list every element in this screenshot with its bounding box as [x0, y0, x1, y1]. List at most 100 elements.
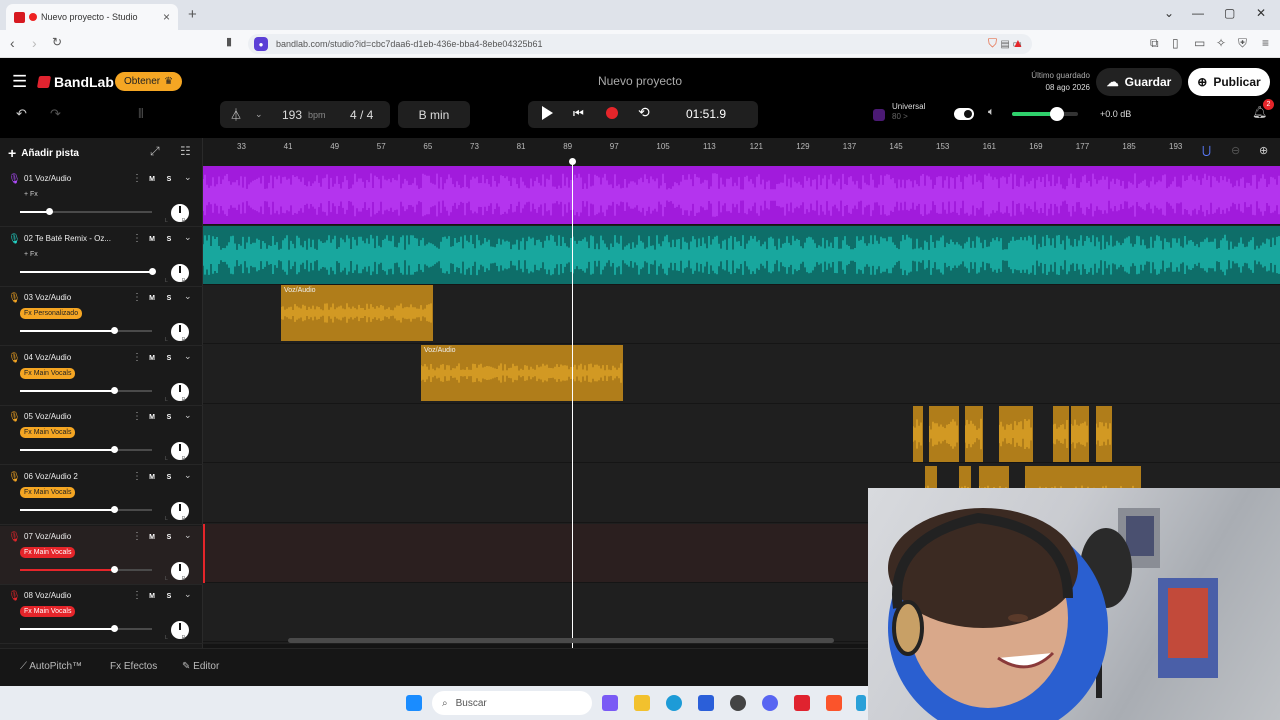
track-header[interactable]: 🎙︎ 05 Voz/Audio ⋮ M S ⌄ Fx Main Vocals LR	[0, 406, 203, 466]
track-options-icon[interactable]: ⋮	[132, 233, 142, 244]
mute-button[interactable]: M	[145, 471, 159, 484]
track-fx-badge[interactable]: Fx Main Vocals	[20, 606, 76, 618]
chevron-down-icon[interactable]: ⌄	[184, 351, 192, 362]
audio-clip-vocal[interactable]: Voz/Audio	[281, 285, 433, 342]
track-options-icon[interactable]: ⋮	[132, 173, 142, 184]
minimize-icon[interactable]: —	[1192, 6, 1204, 20]
mute-button[interactable]: M	[145, 292, 159, 305]
master-volume-slider[interactable]	[1012, 107, 1078, 121]
track-options-icon[interactable]: ⋮	[132, 411, 142, 422]
chrome-icon[interactable]	[730, 695, 746, 711]
vpn-icon[interactable]: ⛨	[1238, 36, 1247, 51]
loop-icon[interactable]: ⟲	[638, 104, 650, 121]
close-tab-icon[interactable]: ×	[163, 10, 170, 24]
track-volume-slider[interactable]	[20, 327, 152, 335]
bandlab-app-icon[interactable]	[794, 695, 810, 711]
track-header[interactable]: 🎙︎ 01 Voz/Audio ⋮ M S ⌄ + Fx LR	[0, 168, 203, 227]
track-volume-slider[interactable]	[20, 386, 152, 394]
editor-button[interactable]: ✎ Editor	[182, 661, 219, 672]
mute-button[interactable]: M	[145, 531, 159, 544]
sidebar-icon[interactable]: ▯	[1172, 36, 1179, 50]
solo-button[interactable]: S	[162, 471, 176, 484]
audio-clip-beat[interactable]	[203, 225, 1280, 284]
track-volume-knob[interactable]	[149, 267, 156, 275]
taskbar-search[interactable]: ⌕ Buscar	[432, 691, 592, 715]
skip-back-icon[interactable]: ⏮	[573, 106, 584, 121]
audio-clip-vocal[interactable]	[1071, 406, 1089, 463]
new-tab-icon[interactable]: +	[188, 6, 197, 23]
solo-button[interactable]: S	[162, 352, 176, 365]
autopitch-button[interactable]: ⟋ AutoPitch™	[20, 661, 82, 672]
volume-knob[interactable]	[1049, 107, 1064, 121]
mute-button[interactable]: M	[145, 173, 159, 186]
metronome-dropdown-icon[interactable]: ⌄	[255, 109, 263, 120]
windows-start-icon[interactable]	[406, 695, 422, 711]
key-selector[interactable]: B min	[398, 101, 470, 128]
track-header[interactable]: 🎙︎ 07 Voz/Audio ⋮ M S ⌄ Fx Main Vocals LR	[0, 525, 203, 585]
timeline-ruler[interactable]: 33 41 49 57 65 73 81 89 97 105 113 121 129 137 145 153 1…	[203, 138, 1280, 166]
solo-button[interactable]: S	[162, 233, 176, 246]
track-fx-badge[interactable]: Fx Main Vocals	[20, 487, 76, 498]
microphone-permission-icon[interactable]: ●	[254, 37, 268, 51]
tempo-value[interactable]: 193	[282, 108, 302, 122]
brave-rewards-icon[interactable]: ▲	[1012, 36, 1024, 50]
track-volume-slider[interactable]	[20, 267, 156, 275]
track-volume-knob[interactable]	[46, 208, 54, 215]
track-header[interactable]: 🎙︎ 06 Voz/Audio 2 ⋮ M S ⌄ Fx Main Vocals LR	[0, 466, 203, 525]
audio-clip-vocal[interactable]	[999, 406, 1033, 463]
chevron-down-icon[interactable]: ⌄	[184, 589, 192, 600]
hamburger-menu-icon[interactable]: ☰	[12, 72, 27, 92]
track-volume-slider[interactable]	[20, 506, 152, 513]
track-options-icon[interactable]: ⋮	[132, 590, 142, 601]
bookmark-icon[interactable]: ▮	[226, 35, 232, 48]
track-volume-slider[interactable]	[20, 446, 152, 454]
track-lane[interactable]: Voz/Audio	[203, 285, 1280, 345]
back-icon[interactable]: ‹	[10, 35, 15, 51]
track-volume-knob[interactable]	[110, 506, 118, 513]
track-header[interactable]: 🎙︎ 04 Voz/Audio ⋮ M S ⌄ Fx Main Vocals LR	[0, 347, 203, 406]
track-volume-knob[interactable]	[110, 565, 118, 573]
solo-button[interactable]: S	[162, 531, 176, 544]
audio-clip-vocal[interactable]	[1053, 406, 1069, 463]
track-options-icon[interactable]: ⋮	[132, 352, 142, 363]
snap-magnet-icon[interactable]: ⋃	[1202, 144, 1211, 157]
publish-button[interactable]: ⊕ Publicar	[1188, 68, 1270, 96]
track-fx-badge[interactable]: + Fx	[20, 248, 42, 260]
mute-button[interactable]: M	[145, 352, 159, 365]
track-volume-slider[interactable]	[20, 565, 152, 573]
audio-clip-vocal[interactable]: Voz/Audio	[421, 344, 623, 401]
time-signature[interactable]: 4 / 4	[350, 108, 373, 122]
track-volume-knob[interactable]	[110, 625, 118, 633]
mute-button[interactable]: M	[145, 590, 159, 603]
track-fx-badge[interactable]: Fx Personalizado	[20, 308, 83, 320]
reload-icon[interactable]: ↻	[52, 35, 62, 49]
mastering-toggle[interactable]	[954, 108, 974, 120]
horizontal-scrollbar[interactable]	[288, 638, 834, 643]
track-header[interactable]: 🎙︎ 02 Te Baté Remix - Oz... ⋮ M S ⌄ + Fx LR	[0, 228, 203, 287]
track-options-icon[interactable]: ⋮	[132, 531, 142, 542]
track-volume-knob[interactable]	[110, 446, 118, 454]
track-name[interactable]: 05 Voz/Audio	[24, 412, 128, 421]
tab-list-icon[interactable]: ⌄	[1164, 6, 1174, 20]
save-button[interactable]: ☁ Guardar	[1096, 68, 1182, 96]
bandlab-logo[interactable]: BandLab	[36, 74, 114, 90]
chevron-down-icon[interactable]: ⌄	[184, 172, 192, 183]
brave-icon[interactable]	[826, 695, 842, 711]
effects-button[interactable]: Fx Efectos	[110, 661, 157, 672]
mute-button[interactable]: M	[145, 411, 159, 424]
track-name[interactable]: 03 Voz/Audio	[24, 293, 128, 302]
audio-clip-vocal[interactable]	[1096, 406, 1112, 463]
track-fx-badge[interactable]: Fx Main Vocals	[20, 427, 76, 439]
zoom-in-icon[interactable]: ⊕	[1259, 144, 1268, 157]
close-window-icon[interactable]: ✕	[1256, 6, 1266, 20]
chevron-down-icon[interactable]: ⌄	[184, 232, 192, 243]
solo-button[interactable]: S	[162, 292, 176, 305]
file-explorer-icon[interactable]	[634, 695, 650, 711]
app-icon[interactable]	[856, 695, 866, 711]
copilot-icon[interactable]	[602, 695, 618, 711]
add-track-button[interactable]: + Añadir pista	[8, 142, 79, 164]
browser-menu-icon[interactable]: ≡	[1262, 36, 1269, 50]
forward-icon[interactable]: ›	[32, 35, 37, 51]
track-lane[interactable]	[203, 225, 1280, 285]
solo-button[interactable]: S	[162, 411, 176, 424]
